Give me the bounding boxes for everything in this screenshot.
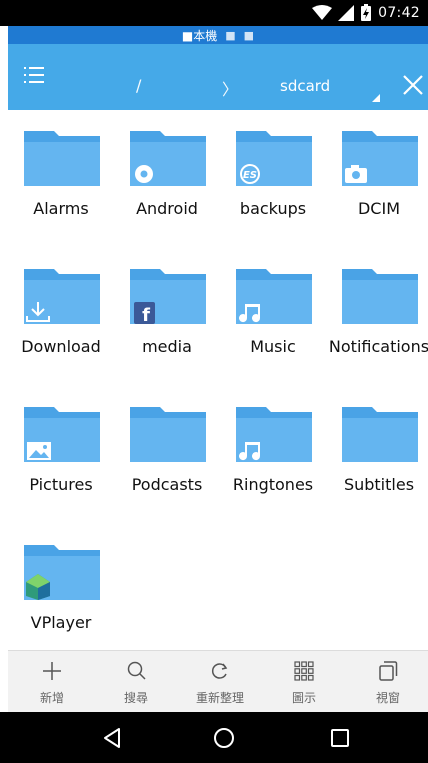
new-button[interactable]: 新增 xyxy=(10,651,94,713)
plus-icon xyxy=(43,662,61,680)
image-icon xyxy=(27,442,51,460)
svg-text:ES: ES xyxy=(243,170,257,181)
folder-item[interactable]: DCIM xyxy=(326,110,428,246)
folder-label: backups xyxy=(239,199,307,218)
folder-label: Music xyxy=(250,337,296,356)
status-bar: 07:42 xyxy=(0,0,428,26)
folder-item[interactable]: ES backups xyxy=(220,110,326,246)
folder-item[interactable]: Alarms xyxy=(8,110,114,246)
current-folder-name[interactable]: sdcard xyxy=(280,77,330,95)
folder-label: Android xyxy=(136,199,198,218)
recents-button[interactable] xyxy=(290,712,390,763)
close-icon[interactable] xyxy=(402,74,424,96)
folder-item[interactable]: Android xyxy=(114,110,220,246)
gear-icon xyxy=(135,165,153,183)
folder-item[interactable]: f media xyxy=(114,248,220,384)
window-strip[interactable]: ■本機 ■ ■ xyxy=(8,26,428,44)
path-root[interactable]: / xyxy=(136,76,141,95)
recents-icon xyxy=(331,729,349,747)
window-title: ■本機 xyxy=(181,28,218,43)
folder-item[interactable]: Download xyxy=(8,248,114,384)
home-button[interactable] xyxy=(174,712,274,763)
folder-label: Subtitles xyxy=(343,475,415,494)
facebook-icon: f xyxy=(134,302,155,324)
folder-item[interactable]: Subtitles xyxy=(326,386,428,522)
folder-icon xyxy=(130,131,206,186)
folder-label: Pictures xyxy=(29,475,93,494)
folder-item[interactable]: Ringtones xyxy=(220,386,326,522)
wifi-icon xyxy=(312,5,333,20)
folder-icon xyxy=(342,269,418,324)
windows-icon xyxy=(379,661,398,681)
search-button[interactable]: 搜尋 xyxy=(94,651,178,713)
refresh-button[interactable]: 重新整理 xyxy=(178,651,262,713)
dropdown-corner-icon[interactable] xyxy=(372,94,380,102)
view-mode-button[interactable]: 圖示 xyxy=(262,651,346,713)
folder-label: DCIM xyxy=(357,199,400,218)
folder-icon xyxy=(130,407,206,462)
battery-icon xyxy=(361,4,372,21)
folder-icon xyxy=(236,269,312,324)
refresh-icon xyxy=(211,663,228,679)
clock: 07:42 xyxy=(378,5,420,21)
folder-icon: ES xyxy=(236,131,312,186)
printer-icon: ■ xyxy=(225,28,236,42)
new-label: 新增 xyxy=(39,691,64,705)
status-icons: 07:42 xyxy=(312,4,420,22)
folder-item[interactable]: VPlayer xyxy=(8,524,114,660)
signal-icon xyxy=(338,5,355,21)
folder-label: Notifications xyxy=(328,337,428,356)
folder-item[interactable]: Music xyxy=(220,248,326,384)
menu-icon[interactable] xyxy=(24,66,44,84)
folder-item[interactable]: Notifications xyxy=(326,248,428,384)
folder-icon xyxy=(342,407,418,462)
path-toolbar: / 〉 sdcard xyxy=(8,44,428,110)
back-icon xyxy=(104,728,120,748)
monitor-icon: ■ xyxy=(243,28,255,42)
folder-grid: Alarms Android ES backups DCIM Download … xyxy=(8,110,428,650)
folder-icon xyxy=(342,131,418,186)
folder-item[interactable]: Pictures xyxy=(8,386,114,522)
bottom-action-bar: 新增 搜尋 重新整理 圖示 視窗 xyxy=(8,650,428,712)
folder-icon: f xyxy=(130,269,206,324)
folder-label: Ringtones xyxy=(232,475,314,494)
folder-label: Podcasts xyxy=(131,475,203,494)
folder-label: Download xyxy=(21,337,101,356)
folder-label: media xyxy=(142,337,192,356)
system-nav-bar xyxy=(0,712,428,763)
search-icon xyxy=(127,661,146,680)
home-icon xyxy=(214,728,234,748)
folder-item[interactable]: Podcasts xyxy=(114,386,220,522)
folder-label: VPlayer xyxy=(30,613,92,632)
svg-text:f: f xyxy=(142,305,150,324)
grid-view-icon xyxy=(294,661,314,681)
folder-icon xyxy=(24,407,100,462)
folder-icon xyxy=(236,407,312,462)
folder-icon xyxy=(24,131,100,186)
view-mode-label: 圖示 xyxy=(291,691,316,705)
folder-icon xyxy=(24,269,100,324)
folder-icon xyxy=(24,545,100,600)
path-separator: 〉 xyxy=(222,80,239,99)
windows-label: 視窗 xyxy=(375,691,400,705)
refresh-label: 重新整理 xyxy=(195,691,244,705)
windows-button[interactable]: 視窗 xyxy=(346,651,428,713)
search-label: 搜尋 xyxy=(123,691,148,705)
back-button[interactable] xyxy=(62,712,162,763)
folder-label: Alarms xyxy=(33,199,89,218)
